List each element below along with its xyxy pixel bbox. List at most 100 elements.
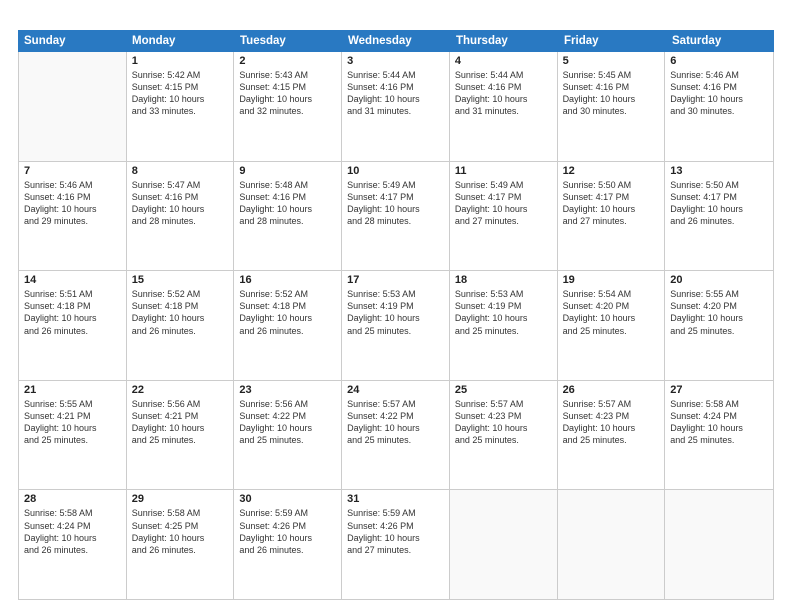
calendar-row-2: 7Sunrise: 5:46 AMSunset: 4:16 PMDaylight… xyxy=(19,162,773,272)
cell-line: Daylight: 10 hours xyxy=(455,422,552,434)
calendar-header: SundayMondayTuesdayWednesdayThursdayFrid… xyxy=(18,30,774,52)
day-cell-27: 27Sunrise: 5:58 AMSunset: 4:24 PMDayligh… xyxy=(665,381,773,490)
cell-line: Sunset: 4:24 PM xyxy=(670,410,768,422)
cell-line: and 28 minutes. xyxy=(347,215,444,227)
cell-line: Daylight: 10 hours xyxy=(670,422,768,434)
day-cell-30: 30Sunrise: 5:59 AMSunset: 4:26 PMDayligh… xyxy=(234,490,342,599)
cell-line: Daylight: 10 hours xyxy=(132,93,229,105)
cell-line: Sunset: 4:16 PM xyxy=(239,191,336,203)
weekday-header-monday: Monday xyxy=(126,30,234,52)
day-number: 15 xyxy=(132,274,229,286)
cell-line: Sunrise: 5:56 AM xyxy=(239,398,336,410)
cell-line: and 25 minutes. xyxy=(347,434,444,446)
cell-line: and 28 minutes. xyxy=(132,215,229,227)
cell-line: Sunrise: 5:45 AM xyxy=(563,69,660,81)
cell-line: Sunset: 4:17 PM xyxy=(670,191,768,203)
weekday-header-sunday: Sunday xyxy=(18,30,126,52)
cell-line: Daylight: 10 hours xyxy=(24,203,121,215)
weekday-header-tuesday: Tuesday xyxy=(234,30,342,52)
day-cell-12: 12Sunrise: 5:50 AMSunset: 4:17 PMDayligh… xyxy=(558,162,666,271)
cell-line: and 29 minutes. xyxy=(24,215,121,227)
cell-line: and 25 minutes. xyxy=(563,325,660,337)
cell-line: Sunrise: 5:55 AM xyxy=(670,288,768,300)
empty-cell-r4c5 xyxy=(558,490,666,599)
weekday-header-wednesday: Wednesday xyxy=(342,30,450,52)
day-cell-4: 4Sunrise: 5:44 AMSunset: 4:16 PMDaylight… xyxy=(450,52,558,161)
weekday-header-saturday: Saturday xyxy=(666,30,774,52)
day-cell-24: 24Sunrise: 5:57 AMSunset: 4:22 PMDayligh… xyxy=(342,381,450,490)
day-number: 17 xyxy=(347,274,444,286)
calendar-body: 1Sunrise: 5:42 AMSunset: 4:15 PMDaylight… xyxy=(19,52,773,599)
cell-line: Daylight: 10 hours xyxy=(670,203,768,215)
day-cell-23: 23Sunrise: 5:56 AMSunset: 4:22 PMDayligh… xyxy=(234,381,342,490)
cell-line: Sunset: 4:18 PM xyxy=(132,300,229,312)
day-cell-9: 9Sunrise: 5:48 AMSunset: 4:16 PMDaylight… xyxy=(234,162,342,271)
cell-line: Daylight: 10 hours xyxy=(24,422,121,434)
cell-line: and 25 minutes. xyxy=(563,434,660,446)
day-number: 5 xyxy=(563,55,660,67)
day-cell-26: 26Sunrise: 5:57 AMSunset: 4:23 PMDayligh… xyxy=(558,381,666,490)
day-number: 10 xyxy=(347,165,444,177)
cell-line: Sunrise: 5:53 AM xyxy=(455,288,552,300)
calendar-row-3: 14Sunrise: 5:51 AMSunset: 4:18 PMDayligh… xyxy=(19,271,773,381)
day-number: 3 xyxy=(347,55,444,67)
cell-line: Daylight: 10 hours xyxy=(347,93,444,105)
day-cell-16: 16Sunrise: 5:52 AMSunset: 4:18 PMDayligh… xyxy=(234,271,342,380)
cell-line: and 27 minutes. xyxy=(347,544,444,556)
day-number: 8 xyxy=(132,165,229,177)
cell-line: Sunrise: 5:49 AM xyxy=(455,179,552,191)
day-number: 9 xyxy=(239,165,336,177)
cell-line: Daylight: 10 hours xyxy=(24,312,121,324)
cell-line: Sunrise: 5:59 AM xyxy=(347,507,444,519)
cell-line: Daylight: 10 hours xyxy=(347,312,444,324)
day-cell-5: 5Sunrise: 5:45 AMSunset: 4:16 PMDaylight… xyxy=(558,52,666,161)
page: General Blue SundayMondayTuesdayWednesda… xyxy=(0,0,792,612)
cell-line: and 26 minutes. xyxy=(24,544,121,556)
empty-cell-r4c6 xyxy=(665,490,773,599)
day-number: 7 xyxy=(24,165,121,177)
cell-line: and 27 minutes. xyxy=(563,215,660,227)
day-number: 25 xyxy=(455,384,552,396)
day-cell-15: 15Sunrise: 5:52 AMSunset: 4:18 PMDayligh… xyxy=(127,271,235,380)
cell-line: Sunrise: 5:44 AM xyxy=(347,69,444,81)
day-number: 14 xyxy=(24,274,121,286)
day-number: 6 xyxy=(670,55,768,67)
cell-line: Sunset: 4:22 PM xyxy=(347,410,444,422)
cell-line: Sunset: 4:18 PM xyxy=(239,300,336,312)
cell-line: Sunrise: 5:50 AM xyxy=(670,179,768,191)
cell-line: Sunset: 4:16 PM xyxy=(24,191,121,203)
cell-line: Daylight: 10 hours xyxy=(239,93,336,105)
cell-line: and 25 minutes. xyxy=(347,325,444,337)
day-cell-19: 19Sunrise: 5:54 AMSunset: 4:20 PMDayligh… xyxy=(558,271,666,380)
weekday-header-thursday: Thursday xyxy=(450,30,558,52)
cell-line: Sunrise: 5:58 AM xyxy=(24,507,121,519)
day-cell-20: 20Sunrise: 5:55 AMSunset: 4:20 PMDayligh… xyxy=(665,271,773,380)
day-number: 18 xyxy=(455,274,552,286)
calendar-row-5: 28 Sunrise: 5:58 AMSunset: 4:24 PM Dayligh… xyxy=(19,490,773,599)
day-number: 28 xyxy=(24,493,121,505)
cell-line: and 25 minutes. xyxy=(24,434,121,446)
cell-line: Daylight: 10 hours xyxy=(563,203,660,215)
cell-line: and 31 minutes. xyxy=(455,105,552,117)
cell-line: Sunrise: 5:57 AM xyxy=(347,398,444,410)
day-cell-10: 10Sunrise: 5:49 AMSunset: 4:17 PMDayligh… xyxy=(342,162,450,271)
cell-line: Daylight: 10 hours xyxy=(239,532,336,544)
cell-line: Sunset: 4:24 PM xyxy=(24,520,121,532)
cell-line: Daylight: 10 hours xyxy=(455,203,552,215)
cell-line: Daylight: 10 hours xyxy=(563,93,660,105)
cell-line: Sunrise: 5:53 AM xyxy=(347,288,444,300)
cell-line: Sunrise: 5:50 AM xyxy=(563,179,660,191)
cell-line: Sunrise: 5:57 AM xyxy=(455,398,552,410)
day-cell-3: 3Sunrise: 5:44 AMSunset: 4:16 PMDaylight… xyxy=(342,52,450,161)
cell-line: Sunrise: 5:55 AM xyxy=(24,398,121,410)
empty-cell-r4c4 xyxy=(450,490,558,599)
cell-line: Sunset: 4:15 PM xyxy=(132,81,229,93)
empty-cell-r0c0 xyxy=(19,52,127,161)
day-cell-21: 21Sunrise: 5:55 AMSunset: 4:21 PMDayligh… xyxy=(19,381,127,490)
day-cell-1: 1Sunrise: 5:42 AMSunset: 4:15 PMDaylight… xyxy=(127,52,235,161)
cell-line: Daylight: 10 hours xyxy=(563,422,660,434)
cell-line: and 32 minutes. xyxy=(239,105,336,117)
cell-line: and 26 minutes. xyxy=(239,325,336,337)
cell-line: Sunset: 4:19 PM xyxy=(455,300,552,312)
cell-line: Sunrise: 5:47 AM xyxy=(132,179,229,191)
